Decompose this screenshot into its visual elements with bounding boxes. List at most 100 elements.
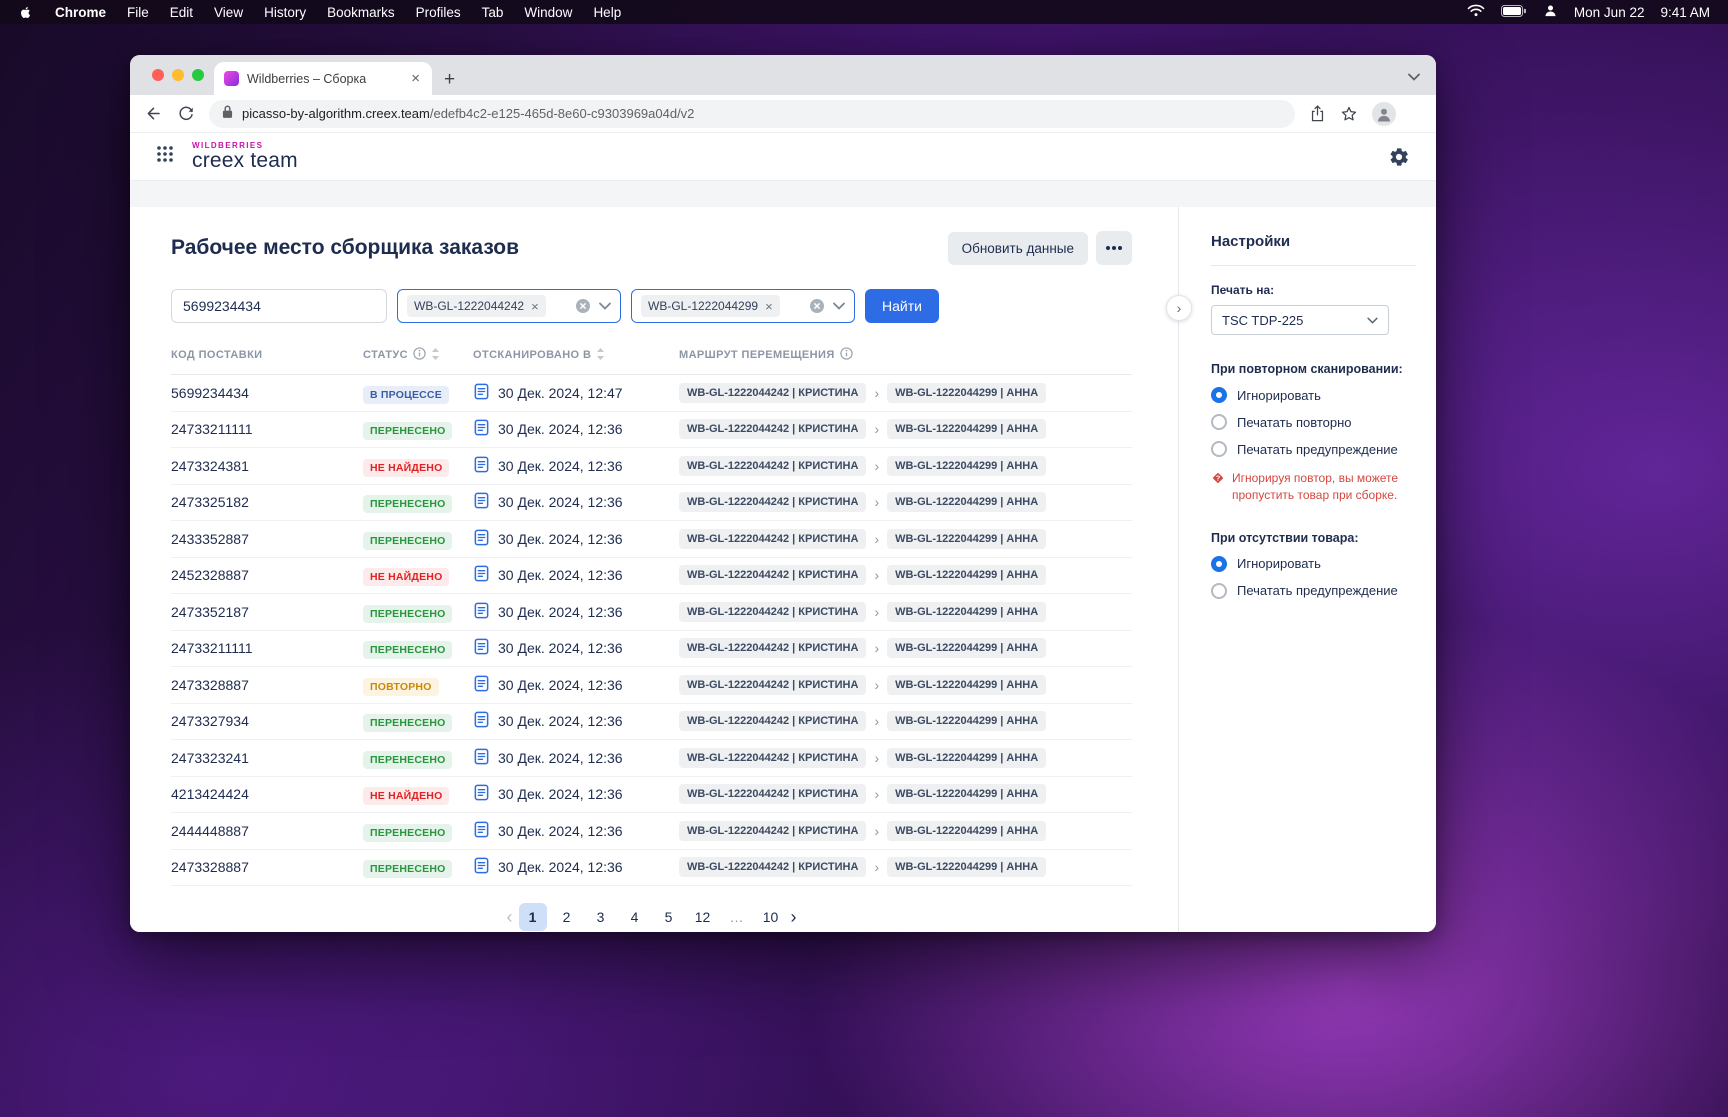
menu-item-view[interactable]: View — [214, 5, 243, 20]
wifi-icon[interactable] — [1467, 4, 1485, 20]
menu-item-help[interactable]: Help — [593, 5, 621, 20]
tab-title: Wildberries – Сборка — [247, 71, 367, 86]
table-row[interactable]: 5699234434 В ПРОЦЕССЕ 30 Дек. 2024, 12:4… — [171, 375, 1132, 412]
back-button[interactable] — [144, 104, 163, 123]
menubar-date[interactable]: Mon Jun 22 — [1574, 5, 1645, 20]
share-icon[interactable] — [1309, 104, 1326, 123]
pagination-prev[interactable]: ‹ — [507, 907, 513, 928]
table-row[interactable]: 2473327934 ПЕРЕНЕСЕНО 30 Дек. 2024, 12:3… — [171, 704, 1132, 740]
pagination-page-10[interactable]: 10 — [757, 903, 785, 931]
document-icon — [473, 675, 490, 695]
creex-team-logo[interactable]: WILDBERRIES creex team — [192, 142, 298, 172]
document-icon — [473, 638, 490, 658]
radio-option[interactable]: Печатать предупреждение — [1211, 582, 1416, 599]
pagination-next[interactable]: › — [791, 907, 797, 928]
menu-item-chrome[interactable]: Chrome — [55, 5, 106, 20]
menu-item-profiles[interactable]: Profiles — [416, 5, 461, 20]
filter-select-2[interactable]: WB-GL-1222044299 × — [631, 289, 855, 323]
status-badge: ПЕРЕНЕСЕНО — [363, 531, 453, 550]
clear-icon[interactable] — [575, 298, 591, 314]
menu-item-bookmarks[interactable]: Bookmarks — [327, 5, 395, 20]
reload-button[interactable] — [177, 105, 195, 123]
bookmark-star-icon[interactable] — [1340, 105, 1358, 123]
apps-grid-icon[interactable] — [156, 145, 174, 168]
status-badge: ПЕРЕНЕСЕНО — [363, 750, 453, 769]
table-row[interactable]: 2473324381 НЕ НАЙДЕНО 30 Дек. 2024, 12:3… — [171, 448, 1132, 485]
find-button[interactable]: Найти — [865, 289, 939, 323]
zoom-window-button[interactable] — [192, 69, 204, 81]
radio-selected-icon[interactable] — [1211, 387, 1227, 403]
menu-item-window[interactable]: Window — [524, 5, 572, 20]
chip-remove-icon[interactable]: × — [531, 300, 539, 313]
pagination-page-4[interactable]: 4 — [621, 903, 649, 931]
scanned-at-cell: 30 Дек. 2024, 12:36 — [498, 640, 623, 657]
tab-search-chevron-icon[interactable] — [1408, 68, 1420, 86]
pagination-page-5[interactable]: 5 — [655, 903, 683, 931]
minimize-window-button[interactable] — [172, 69, 184, 81]
close-window-button[interactable] — [152, 69, 164, 81]
menu-item-file[interactable]: File — [127, 5, 149, 20]
settings-gear-icon[interactable] — [1388, 146, 1410, 168]
radio-option[interactable]: Печатать повторно — [1211, 414, 1416, 430]
scanned-at-cell: 30 Дек. 2024, 12:36 — [498, 530, 623, 547]
battery-icon[interactable] — [1500, 4, 1527, 20]
sort-icon[interactable] — [596, 347, 605, 363]
table-row[interactable]: 24733211111 ПЕРЕНЕСЕНО 30 Дек. 2024, 12:… — [171, 412, 1132, 448]
info-icon[interactable] — [413, 347, 426, 363]
chevron-down-icon[interactable] — [833, 302, 845, 310]
user-switcher-icon[interactable] — [1543, 3, 1558, 21]
browser-tab[interactable]: Wildberries – Сборка × — [214, 62, 432, 95]
chip-remove-icon[interactable]: × — [765, 300, 773, 313]
info-icon[interactable] — [839, 347, 853, 363]
header-scanned-at[interactable]: ОТСКАНИРОВАНО В — [473, 347, 679, 363]
header-supply-code[interactable]: КОД ПОСТАВКИ — [171, 349, 363, 361]
route-to-chip: WB-GL-1222044299 | АННА — [887, 382, 1047, 403]
apple-menu-icon[interactable] — [18, 4, 33, 21]
header-route[interactable]: МАРШРУТ ПЕРЕМЕЩЕНИЯ — [679, 347, 1112, 363]
browser-menu-icon[interactable] — [1410, 105, 1422, 123]
radio-selected-icon[interactable] — [1211, 555, 1227, 572]
supply-code-input[interactable] — [171, 289, 387, 323]
menu-item-edit[interactable]: Edit — [170, 5, 193, 20]
route-to-chip: WB-GL-1222044299 | АННА — [887, 747, 1047, 768]
table-row[interactable]: 2433352887 ПЕРЕНЕСЕНО 30 Дек. 2024, 12:3… — [171, 521, 1132, 558]
new-tab-button[interactable]: + — [444, 70, 455, 89]
radio-unselected-icon[interactable] — [1211, 441, 1227, 457]
radio-label: Печатать повторно — [1237, 414, 1352, 430]
clear-icon[interactable] — [809, 298, 825, 314]
refresh-data-button[interactable]: Обновить данные — [947, 231, 1088, 265]
address-bar[interactable]: picasso-by-algorithm.creex.team/edefb4c2… — [209, 99, 1295, 128]
more-actions-button[interactable] — [1096, 231, 1132, 265]
printer-select[interactable]: TSC TDP-225 — [1211, 305, 1389, 335]
pagination-page-1[interactable]: 1 — [518, 903, 547, 931]
radio-unselected-icon[interactable] — [1211, 582, 1227, 599]
table-row[interactable]: 2473325182 ПЕРЕНЕСЕНО 30 Дек. 2024, 12:3… — [171, 485, 1132, 521]
profile-avatar[interactable] — [1372, 101, 1396, 126]
table-row[interactable]: 2473352187 ПЕРЕНЕСЕНО 30 Дек. 2024, 12:3… — [171, 594, 1132, 631]
table-row[interactable]: 2473328887 ПЕРЕНЕСЕНО 30 Дек. 2024, 12:3… — [171, 850, 1132, 886]
pagination-page-12[interactable]: 12 — [689, 903, 717, 931]
table-row[interactable]: 2473323241 ПЕРЕНЕСЕНО 30 Дек. 2024, 12:3… — [171, 740, 1132, 777]
filter-select-1[interactable]: WB-GL-1222044242 × — [397, 289, 621, 323]
table-row[interactable]: 2473328887 ПОВТОРНО 30 Дек. 2024, 12:36 … — [171, 667, 1132, 704]
menu-item-history[interactable]: History — [264, 5, 306, 20]
table-row[interactable]: 2452328887 НЕ НАЙДЕНО 30 Дек. 2024, 12:3… — [171, 558, 1132, 594]
collapse-sidebar-button[interactable]: › — [1166, 295, 1192, 321]
radio-option[interactable]: Игнорировать — [1211, 387, 1416, 403]
tab-close-icon[interactable]: × — [409, 71, 422, 86]
radio-unselected-icon[interactable] — [1211, 414, 1227, 430]
menubar-time[interactable]: 9:41 AM — [1660, 5, 1710, 20]
radio-option[interactable]: Игнорировать — [1211, 555, 1416, 572]
table-row[interactable]: 4213424424 НЕ НАЙДЕНО 30 Дек. 2024, 12:3… — [171, 777, 1132, 813]
route-to-chip: WB-GL-1222044299 | АННА — [887, 857, 1047, 878]
menu-item-tab[interactable]: Tab — [482, 5, 504, 20]
sort-icon[interactable] — [431, 347, 440, 363]
pagination-page-3[interactable]: 3 — [587, 903, 615, 931]
table-row[interactable]: 2444448887 ПЕРЕНЕСЕНО 30 Дек. 2024, 12:3… — [171, 813, 1132, 850]
table-row[interactable]: 24733211111 ПЕРЕНЕСЕНО 30 Дек. 2024, 12:… — [171, 631, 1132, 667]
pagination-page-2[interactable]: 2 — [553, 903, 581, 931]
header-status[interactable]: СТАТУС — [363, 347, 473, 363]
chevron-right-icon: › — [874, 494, 880, 511]
chevron-down-icon[interactable] — [599, 302, 611, 310]
radio-option[interactable]: Печатать предупреждение — [1211, 441, 1416, 457]
